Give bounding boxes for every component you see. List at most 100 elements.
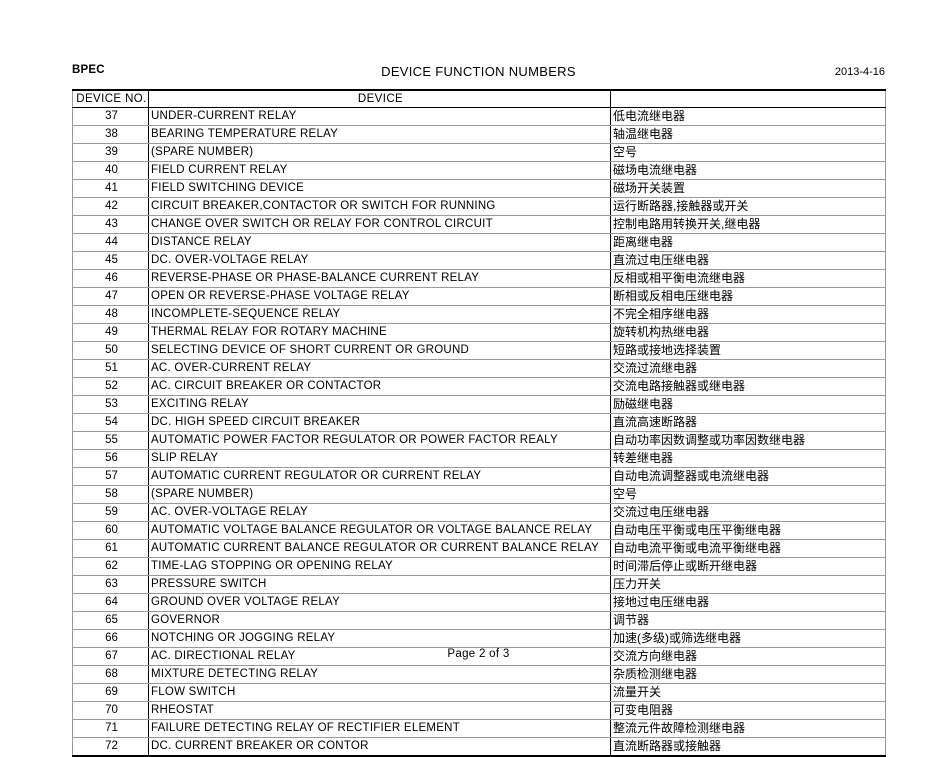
cell-device-description: (SPARE NUMBER) xyxy=(148,485,611,504)
cell-device-no: 66 xyxy=(72,629,149,648)
cell-device-no: 71 xyxy=(72,719,149,738)
cell-device-description: MIXTURE DETECTING RELAY xyxy=(148,665,611,684)
cell-device-description: GOVERNOR xyxy=(148,611,611,630)
cell-device-description: DISTANCE RELAY xyxy=(148,233,611,252)
cell-device-no: 45 xyxy=(72,251,149,270)
cell-device-description-chinese: 控制电路用转换开关,继电器 xyxy=(610,215,886,234)
table-row: 52 AC. CIRCUIT BREAKER OR CONTACTOR 交流电路接触… xyxy=(72,377,886,396)
cell-device-description-chinese: 直流高速断路器 xyxy=(610,413,886,432)
cell-device-description-chinese: 时间滞后停止或断开继电器 xyxy=(610,557,886,576)
cell-device-no: 56 xyxy=(72,449,149,468)
cell-device-no: 41 xyxy=(72,179,149,198)
cell-device-no: 59 xyxy=(72,503,149,522)
document-date: 2013-4-16 xyxy=(834,66,885,78)
cell-device-description: FLOW SWITCH xyxy=(148,683,611,702)
cell-device-description: AUTOMATIC CURRENT BALANCE REGULATOR OR C… xyxy=(148,539,611,558)
cell-device-no: 44 xyxy=(72,233,149,252)
cell-device-no: 49 xyxy=(72,323,149,342)
cell-device-no: 60 xyxy=(72,521,149,540)
table-row: 50 SELECTING DEVICE OF SHORT CURRENT OR G… xyxy=(72,341,886,360)
cell-device-no: 42 xyxy=(72,197,149,216)
table-row: 55 AUTOMATIC POWER FACTOR REGULATOR OR PO… xyxy=(72,431,886,450)
table-row: 57 AUTOMATIC CURRENT REGULATOR OR CURRENT… xyxy=(72,467,886,486)
table-row: 49 THERMAL RELAY FOR ROTARY MACHINE 旋转机构热继… xyxy=(72,323,886,342)
table-row: 72 DC. CURRENT BREAKER OR CONTOR 直流断路器或接触器 xyxy=(72,737,886,756)
cell-device-description: AUTOMATIC VOLTAGE BALANCE REGULATOR OR V… xyxy=(148,521,611,540)
cell-device-description: INCOMPLETE-SEQUENCE RELAY xyxy=(148,305,611,324)
cell-device-description: CIRCUIT BREAKER,CONTACTOR OR SWITCH FOR … xyxy=(148,197,611,216)
cell-device-description-chinese: 断相或反相电压继电器 xyxy=(610,287,886,306)
cell-device-description: THERMAL RELAY FOR ROTARY MACHINE xyxy=(148,323,611,342)
table-header-row: DEVICE NO. DEVICE xyxy=(72,89,886,108)
cell-device-no: 61 xyxy=(72,539,149,558)
table-row: 59 AC. OVER-VOLTAGE RELAY 交流过电压继电器 xyxy=(72,503,886,522)
cell-device-no: 65 xyxy=(72,611,149,630)
cell-device-description: PRESSURE SWITCH xyxy=(148,575,611,594)
table-row: 43 CHANGE OVER SWITCH OR RELAY FOR CONTRO… xyxy=(72,215,886,234)
cell-device-description: RHEOSTAT xyxy=(148,701,611,720)
table-row: 39 (SPARE NUMBER) 空号 xyxy=(72,143,886,162)
cell-device-description-chinese: 自动功率因数调整或功率因数继电器 xyxy=(610,431,886,450)
column-header-device-chinese xyxy=(610,89,886,108)
cell-device-description-chinese: 运行断路器,接触器或开关 xyxy=(610,197,886,216)
cell-device-description: EXCITING RELAY xyxy=(148,395,611,414)
cell-device-no: 54 xyxy=(72,413,149,432)
table-header: DEVICE NO. DEVICE xyxy=(72,89,886,108)
table-row: 44 DISTANCE RELAY 距离继电器 xyxy=(72,233,886,252)
cell-device-description-chinese: 直流断路器或接触器 xyxy=(610,737,886,756)
table-row: 68 MIXTURE DETECTING RELAY 杂质检测继电器 xyxy=(72,665,886,684)
table-row: 62 TIME-LAG STOPPING OR OPENING RELAY 时间滞后… xyxy=(72,557,886,576)
cell-device-description: FIELD SWITCHING DEVICE xyxy=(148,179,611,198)
cell-device-description: DC. CURRENT BREAKER OR CONTOR xyxy=(148,737,611,756)
cell-device-no: 68 xyxy=(72,665,149,684)
cell-device-description: FIELD CURRENT RELAY xyxy=(148,161,611,180)
cell-device-no: 58 xyxy=(72,485,149,504)
cell-device-description: GROUND OVER VOLTAGE RELAY xyxy=(148,593,611,612)
cell-device-description-chinese: 磁场开关装置 xyxy=(610,179,886,198)
table-row: 64 GROUND OVER VOLTAGE RELAY 接地过电压继电器 xyxy=(72,593,886,612)
document-page: BPEC DEVICE FUNCTION NUMBERS 2013-4-16 D… xyxy=(0,0,945,757)
cell-device-description: AC. OVER-CURRENT RELAY xyxy=(148,359,611,378)
table-row: 47 OPEN OR REVERSE-PHASE VOLTAGE RELAY 断相或… xyxy=(72,287,886,306)
cell-device-no: 40 xyxy=(72,161,149,180)
cell-device-description: AUTOMATIC CURRENT REGULATOR OR CURRENT R… xyxy=(148,467,611,486)
cell-device-no: 53 xyxy=(72,395,149,414)
cell-device-description: BEARING TEMPERATURE RELAY xyxy=(148,125,611,144)
cell-device-description-chinese: 励磁继电器 xyxy=(610,395,886,414)
table-row: 42 CIRCUIT BREAKER,CONTACTOR OR SWITCH FO… xyxy=(72,197,886,216)
cell-device-description: OPEN OR REVERSE-PHASE VOLTAGE RELAY xyxy=(148,287,611,306)
document-title: DEVICE FUNCTION NUMBERS xyxy=(381,64,576,79)
table-row: 63 PRESSURE SWITCH 压力开关 xyxy=(72,575,886,594)
table-row: 70 RHEOSTAT 可变电阻器 xyxy=(72,701,886,720)
table-row: 66 NOTCHING OR JOGGING RELAY 加速(多级)或筛选继电器 xyxy=(72,629,886,648)
table-row: 48 INCOMPLETE-SEQUENCE RELAY 不完全相序继电器 xyxy=(72,305,886,324)
cell-device-description-chinese: 自动电流平衡或电流平衡继电器 xyxy=(610,539,886,558)
cell-device-description-chinese: 压力开关 xyxy=(610,575,886,594)
cell-device-description: NOTCHING OR JOGGING RELAY xyxy=(148,629,611,648)
table-row: 53 EXCITING RELAY 励磁继电器 xyxy=(72,395,886,414)
document-header: BPEC DEVICE FUNCTION NUMBERS 2013-4-16 xyxy=(72,64,885,84)
cell-device-description: SLIP RELAY xyxy=(148,449,611,468)
cell-device-description-chinese: 转差继电器 xyxy=(610,449,886,468)
cell-device-description: DC. OVER-VOLTAGE RELAY xyxy=(148,251,611,270)
cell-device-description-chinese: 自动电压平衡或电压平衡继电器 xyxy=(610,521,886,540)
table-row: 71 FAILURE DETECTING RELAY OF RECTIFIER E… xyxy=(72,719,886,738)
table-row: 54 DC. HIGH SPEED CIRCUIT BREAKER 直流高速断路器 xyxy=(72,413,886,432)
cell-device-description-chinese: 短路或接地选择装置 xyxy=(610,341,886,360)
cell-device-description-chinese: 自动电流调整器或电流继电器 xyxy=(610,467,886,486)
cell-device-description: SELECTING DEVICE OF SHORT CURRENT OR GRO… xyxy=(148,341,611,360)
cell-device-no: 46 xyxy=(72,269,149,288)
cell-device-no: 63 xyxy=(72,575,149,594)
column-header-device: DEVICE xyxy=(148,89,611,108)
table-row: 51 AC. OVER-CURRENT RELAY 交流过流继电器 xyxy=(72,359,886,378)
cell-device-description: CHANGE OVER SWITCH OR RELAY FOR CONTROL … xyxy=(148,215,611,234)
cell-device-description-chinese: 空号 xyxy=(610,485,886,504)
table-row: 46 REVERSE-PHASE OR PHASE-BALANCE CURRENT… xyxy=(72,269,886,288)
page-footer: Page 2 of 3 xyxy=(447,648,510,660)
table-row: 60 AUTOMATIC VOLTAGE BALANCE REGULATOR OR… xyxy=(72,521,886,540)
cell-device-description-chinese: 旋转机构热继电器 xyxy=(610,323,886,342)
cell-device-no: 69 xyxy=(72,683,149,702)
cell-device-no: 39 xyxy=(72,143,149,162)
cell-device-description-chinese: 流量开关 xyxy=(610,683,886,702)
cell-device-description-chinese: 直流过电压继电器 xyxy=(610,251,886,270)
